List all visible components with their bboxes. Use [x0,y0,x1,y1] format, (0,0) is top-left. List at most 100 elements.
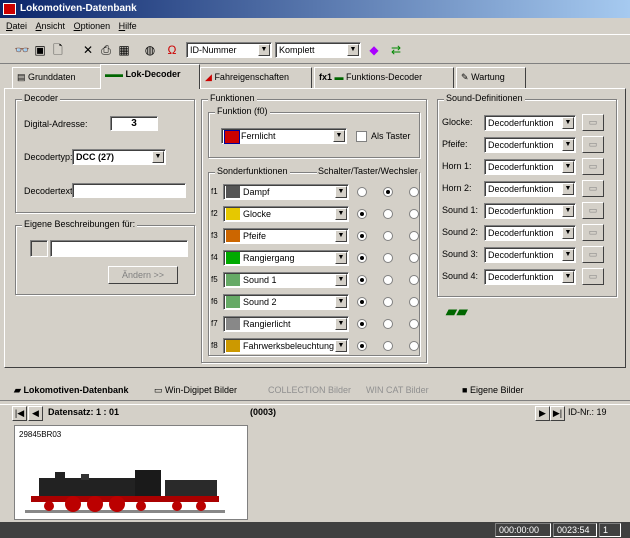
magnet-icon[interactable]: Ω [164,42,180,58]
tab-fahreigenschaften[interactable]: ◢ Fahreigenschaften [200,67,312,88]
menu-optionen[interactable]: Optionen [74,18,111,34]
function-select[interactable]: Sound 2 ▼ [223,294,349,310]
first-record-button[interactable]: |◀ [12,406,27,421]
f0-select[interactable]: Fernlicht ▼ [221,128,347,144]
headlight-icon [224,130,240,144]
description-input[interactable] [50,240,188,257]
chevron-down-icon: ▼ [562,117,574,129]
function-mode-radio[interactable] [383,187,393,197]
sound-folder-icon[interactable]: ▭ [582,224,604,241]
record-id: (0003) [250,407,277,417]
function-select[interactable]: Dampf ▼ [223,184,349,200]
diamond-icon[interactable]: ◆ [366,42,382,58]
decoder-type-select[interactable]: DCC (27) ▼ [72,149,166,165]
sound-select[interactable]: Decoderfunktion ▼ [484,247,576,263]
locomotive-thumbnail[interactable]: 29845BR03 [14,425,248,520]
function-number: f6 [211,297,218,306]
function-select[interactable]: Sound 1 ▼ [223,272,349,288]
exit-icon[interactable]: ⇄ [388,42,404,58]
function-select[interactable]: Rangiergang ▼ [223,250,349,266]
function-select[interactable]: Glocke ▼ [223,206,349,222]
sound-label: Horn 1: [442,161,472,171]
function-select[interactable]: Pfeife ▼ [223,228,349,244]
sound-folder-icon[interactable]: ▭ [582,268,604,285]
function-mode-radio[interactable] [383,275,393,285]
menu-ansicht[interactable]: Ansicht [36,18,66,34]
sound-select[interactable]: Decoderfunktion ▼ [484,225,576,241]
sound-folder-icon[interactable]: ▭ [582,202,604,219]
menu-datei[interactable]: Datei [6,18,27,34]
function-mode-radio[interactable] [383,297,393,307]
function-mode-radio[interactable] [357,253,367,263]
delete-icon[interactable]: ✕ [80,42,96,58]
function-mode-radio[interactable] [409,341,419,351]
save-icon[interactable]: ▣ [32,42,48,58]
function-mode-radio[interactable] [357,187,367,197]
als-taster-checkbox[interactable] [356,131,367,142]
function-mode-radio[interactable] [409,297,419,307]
sound-select[interactable]: Decoderfunktion ▼ [484,203,576,219]
tab-collection-bilder[interactable]: COLLECTION Bilder [268,381,351,400]
sound-folder-icon[interactable]: ▭ [582,136,604,153]
record-navigator: |◀ ◀ Datensatz: 1 : 01 (0003) ▶ ▶| ID-Nr… [0,404,630,422]
function-row: f6 Sound 2 ▼ [209,293,421,311]
function-select[interactable]: Rangierlicht ▼ [223,316,349,332]
mode-select[interactable]: Komplett ▼ [275,42,361,58]
sound-select[interactable]: Decoderfunktion ▼ [484,159,576,175]
function-mode-radio[interactable] [409,209,419,219]
function-mode-radio[interactable] [383,231,393,241]
color-box[interactable] [30,240,48,257]
function-mode-radio[interactable] [383,209,393,219]
new-document-icon[interactable]: 🗋 [50,42,66,58]
chassis-light-icon [226,340,240,352]
function-mode-radio[interactable] [357,319,367,329]
function-mode-radio[interactable] [383,341,393,351]
prev-record-button[interactable]: ◀ [28,406,43,421]
chevron-down-icon: ▼ [562,183,574,195]
chevron-down-icon: ▼ [335,274,347,286]
function-mode-radio[interactable] [383,253,393,263]
function-mode-radio[interactable] [409,319,419,329]
tab-grunddaten[interactable]: ▤ Grunddaten [12,67,102,88]
function-mode-radio[interactable] [357,275,367,285]
sound-folder-icon[interactable]: ▭ [582,180,604,197]
sound-folder-icon[interactable]: ▭ [582,158,604,175]
locomotive-icon[interactable]: ◍ [142,42,158,58]
last-record-button[interactable]: ▶| [550,406,565,421]
tab-eigene-bilder[interactable]: ■ Eigene Bilder [462,381,524,400]
sound-select[interactable]: Decoderfunktion ▼ [484,269,576,285]
next-record-button[interactable]: ▶ [535,406,550,421]
tab-wincat-bilder[interactable]: WIN CAT Bilder [366,381,429,400]
sound-select[interactable]: Decoderfunktion ▼ [484,137,576,153]
function-mode-radio[interactable] [409,231,419,241]
address-input[interactable]: 3 [110,116,158,131]
sound-folder-icon[interactable]: ▭ [582,246,604,263]
menu-hilfe[interactable]: Hilfe [119,18,137,34]
function-mode-radio[interactable] [409,253,419,263]
function-select[interactable]: Fahrwerksbeleuchtung ▼ [223,338,349,354]
table-icon[interactable]: ▦ [116,42,132,58]
andern-button[interactable]: Ändern >> [108,266,178,284]
binoculars-icon[interactable]: 👓 [14,42,30,58]
function-mode-radio[interactable] [409,187,419,197]
function-mode-radio[interactable] [357,209,367,219]
id-select[interactable]: ID-Nummer ▼ [186,42,272,58]
function-mode-radio[interactable] [357,297,367,307]
function-mode-radio[interactable] [383,319,393,329]
tab-lok-decoder[interactable]: ▬▬ Lok-Decoder [100,64,200,89]
sound-label: Sound 3: [442,249,479,259]
function-mode-radio[interactable] [357,231,367,241]
sound-select[interactable]: Decoderfunktion ▼ [484,181,576,197]
sound-row: Pfeife: Decoderfunktion ▼ ▭ [438,136,618,154]
sound-select[interactable]: Decoderfunktion ▼ [484,115,576,131]
decoder-text-input[interactable] [72,183,186,198]
print-icon[interactable]: ⎙ [98,42,114,58]
function-mode-radio[interactable] [357,341,367,351]
tab-win-digipet-bilder[interactable]: ▭ Win-Digipet Bilder [154,381,237,400]
tab-wartung[interactable]: ✎ Wartung [456,67,526,88]
function-mode-radio[interactable] [409,275,419,285]
tab-lokomotiven-datenbank[interactable]: ▰ Lokomotiven-Datenbank [14,381,128,400]
sound-folder-icon[interactable]: ▭ [582,114,604,131]
chevron-down-icon: ▼ [562,205,574,217]
tab-funktions-decoder[interactable]: fx1 ▬ Funktions-Decoder [314,67,454,88]
